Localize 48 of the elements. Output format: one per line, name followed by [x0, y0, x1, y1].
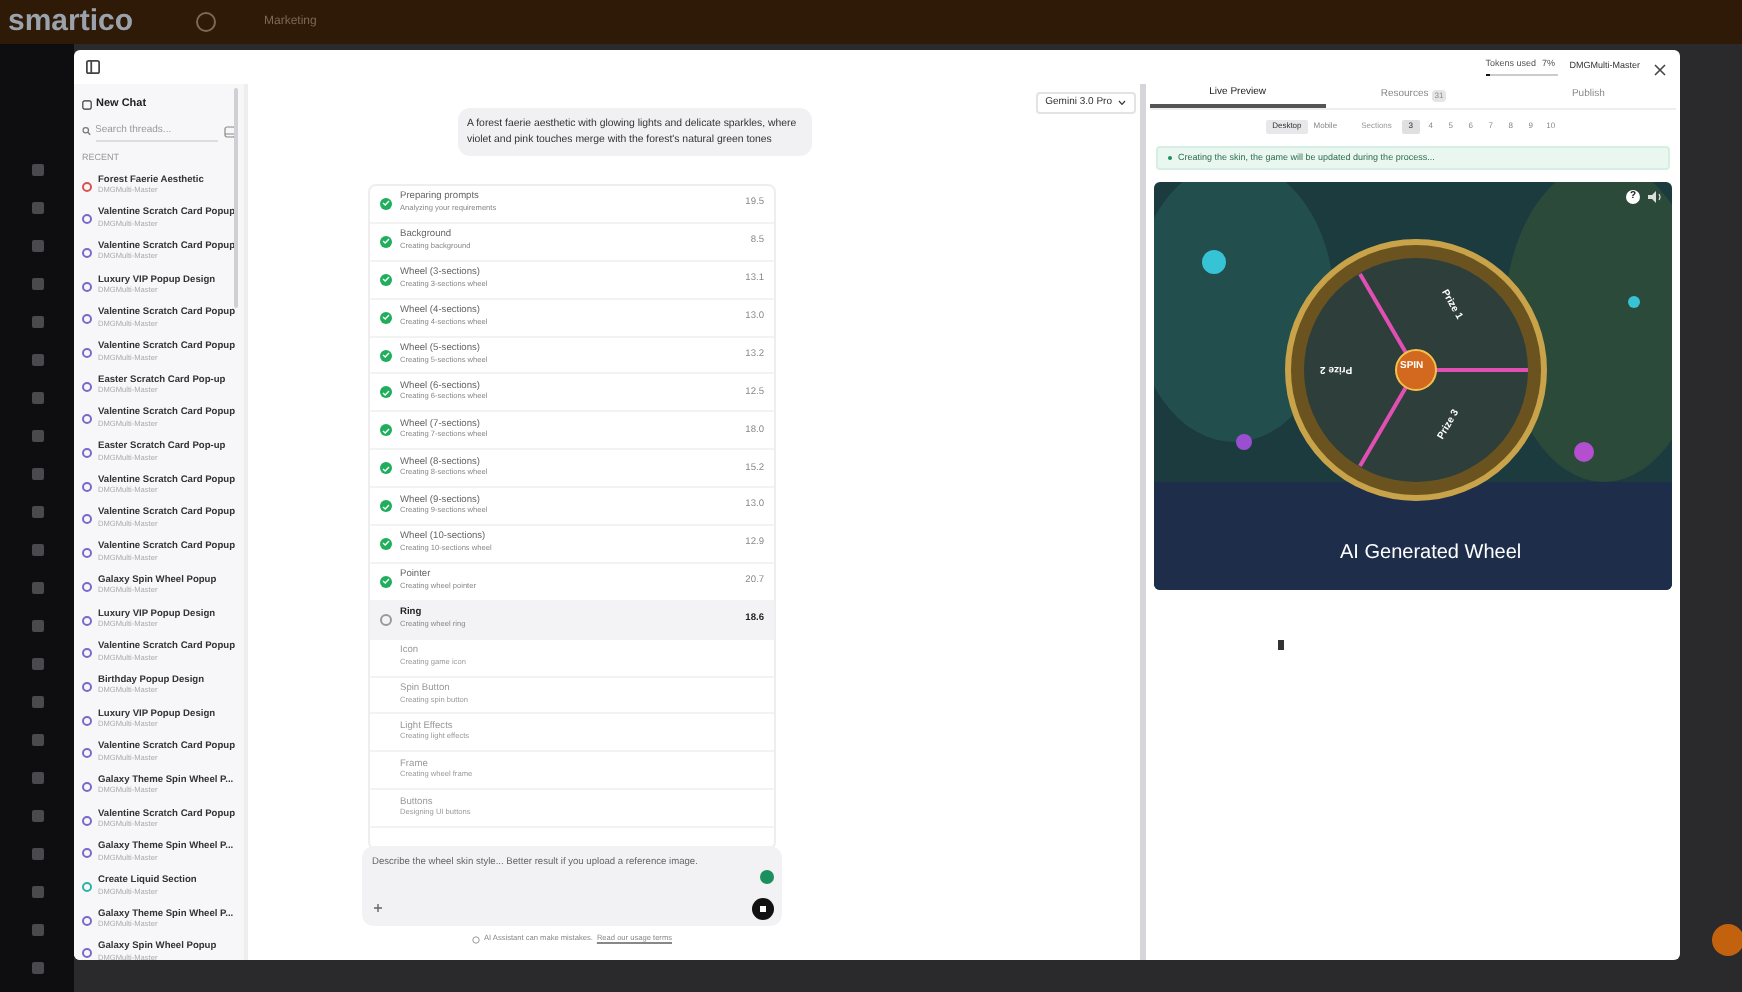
check-icon: [380, 575, 392, 588]
nav-item-icon[interactable]: [31, 544, 43, 556]
check-icon: [380, 273, 392, 286]
nav-item-icon[interactable]: [31, 506, 43, 518]
nav-item-icon[interactable]: [31, 240, 43, 252]
speaker-icon[interactable]: [1648, 190, 1664, 204]
spinner-icon: [380, 613, 392, 626]
check-icon: [380, 386, 392, 399]
nav-item-icon[interactable]: [31, 810, 43, 822]
nav-item-icon[interactable]: [31, 886, 43, 898]
close-icon[interactable]: [1654, 64, 1666, 76]
nav-item-icon[interactable]: [31, 772, 43, 784]
nav-item-icon[interactable]: [31, 924, 43, 936]
nav-item-icon[interactable]: [31, 430, 43, 442]
nav-item-icon[interactable]: [31, 316, 43, 328]
nav-item-icon[interactable]: [31, 278, 43, 290]
compose-icon: [82, 99, 92, 109]
sidebar-toggle-icon[interactable]: [86, 60, 100, 74]
panel-icon[interactable]: [224, 125, 236, 137]
nav-item-icon[interactable]: [31, 620, 43, 632]
nav-item-icon[interactable]: [31, 696, 43, 708]
check-icon: [380, 500, 392, 513]
nav-item-icon[interactable]: [31, 658, 43, 670]
info-icon: [471, 935, 480, 944]
check-icon: [380, 462, 392, 475]
add-icon[interactable]: [374, 904, 382, 912]
nav-item-icon[interactable]: [31, 354, 43, 366]
nav-item-icon[interactable]: [31, 202, 43, 214]
chevron-down-icon: [1118, 100, 1126, 106]
nav-item-icon[interactable]: [31, 962, 43, 974]
logo: smartico: [8, 1, 136, 42]
nav-item-icon[interactable]: [31, 164, 43, 176]
search-icon: [82, 126, 92, 136]
check-icon: [380, 311, 392, 324]
check-icon: [380, 349, 392, 361]
check-icon: [380, 235, 392, 248]
nav-item-icon[interactable]: [31, 468, 43, 480]
nav-item-icon[interactable]: [31, 582, 43, 594]
chat-widget-icon[interactable]: [1712, 924, 1742, 956]
preview-caption: AI Generated Wheel: [1340, 540, 1522, 568]
nav-item-icon[interactable]: [31, 848, 43, 860]
nav-item-icon[interactable]: [31, 734, 43, 746]
check-icon: [380, 537, 392, 550]
nav-item-icon[interactable]: [31, 392, 43, 404]
search-icon[interactable]: [196, 12, 216, 32]
scrollbar[interactable]: [234, 88, 238, 308]
check-icon: [380, 424, 392, 437]
check-icon: [380, 197, 392, 210]
